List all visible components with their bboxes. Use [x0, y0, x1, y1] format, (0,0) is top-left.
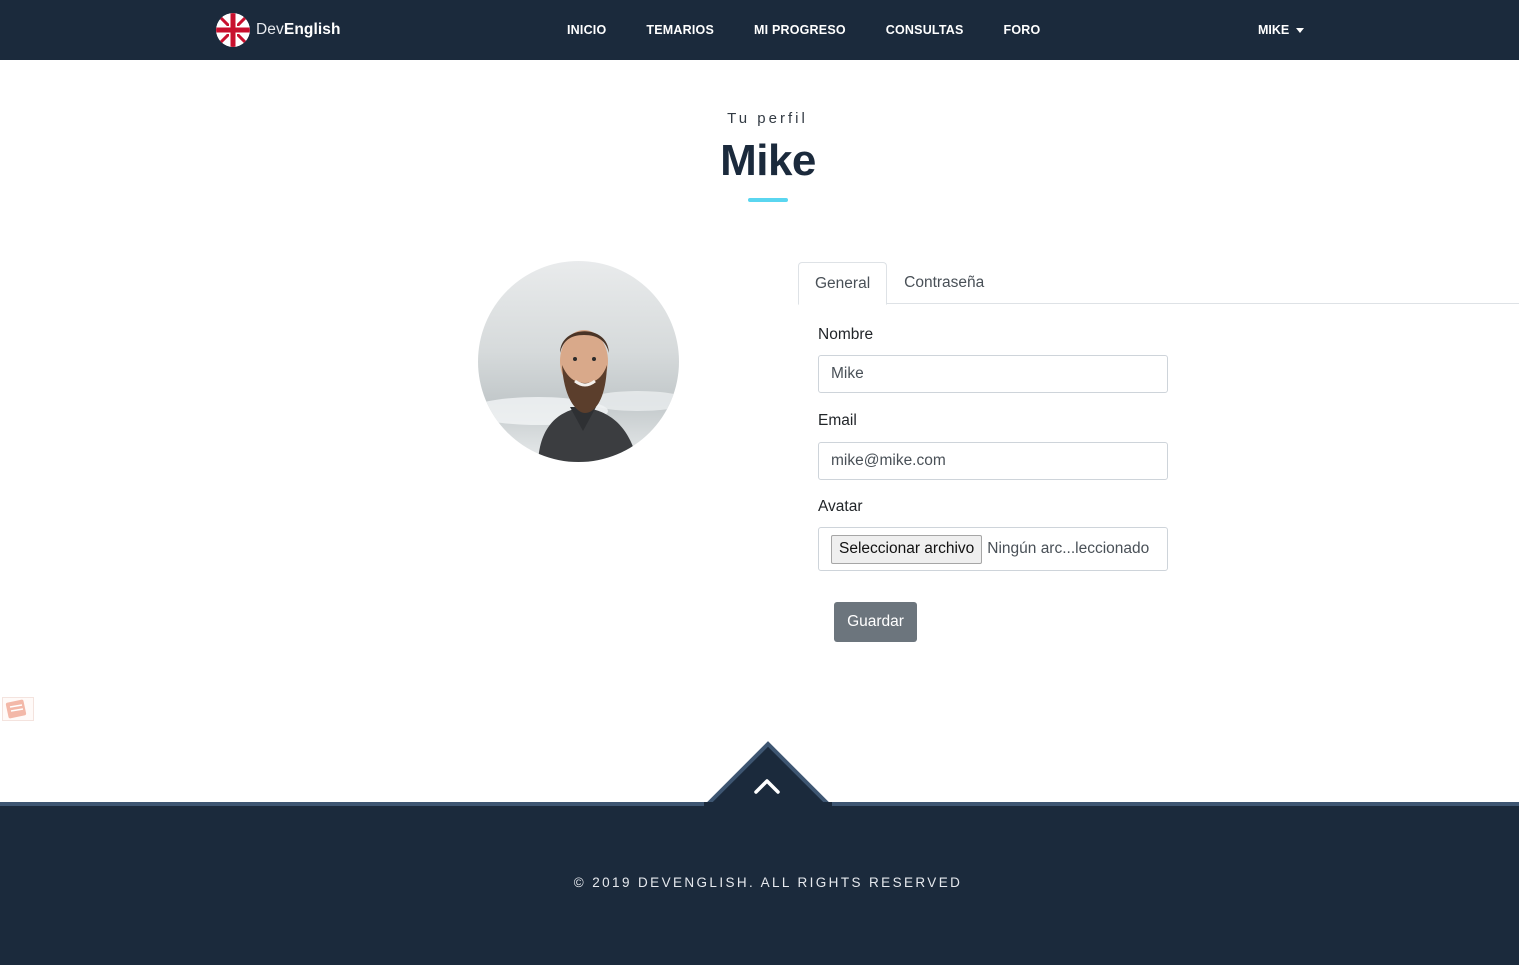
title-underline-divider: [748, 198, 788, 202]
file-status-text: Ningún arc...leccionado: [987, 540, 1150, 557]
user-menu-label: MIKE: [1258, 23, 1290, 37]
name-label: Nombre: [818, 326, 874, 343]
brand-logo-link[interactable]: DevEnglish: [216, 13, 341, 47]
avatar-label: Avatar: [818, 498, 863, 515]
widget-icon: [5, 699, 27, 719]
avatar-file-input: Seleccionar archivo Ningún arc...leccion…: [818, 527, 1168, 571]
caret-down-icon: [1296, 27, 1305, 33]
email-label: Email: [818, 412, 857, 429]
nav-link-inicio[interactable]: INICIO: [567, 23, 606, 37]
page-title: Mike: [720, 136, 816, 185]
nav-link-temarios[interactable]: TEMARIOS: [646, 23, 714, 37]
brand-name: DevEnglish: [256, 21, 341, 38]
profile-tabs: General Contraseña: [798, 262, 1519, 305]
uk-flag-icon: [216, 13, 250, 47]
email-input[interactable]: [818, 442, 1168, 480]
tab-general[interactable]: General: [798, 262, 888, 305]
avatar: [478, 261, 679, 462]
name-input[interactable]: [818, 355, 1168, 393]
scroll-top-button[interactable]: [704, 740, 832, 810]
user-menu-dropdown[interactable]: MIKE: [1258, 0, 1305, 60]
nav-link-consultas[interactable]: CONSULTAS: [886, 23, 964, 37]
nav-link-mi-progreso[interactable]: MI PROGRESO: [754, 23, 846, 37]
main-nav: INICIO TEMARIOS MI PROGRESO CONSULTAS FO…: [567, 0, 1080, 60]
tab-contrasena[interactable]: Contraseña: [887, 262, 1001, 304]
select-file-button[interactable]: Seleccionar archivo: [831, 534, 983, 564]
navbar: DevEnglish INICIO TEMARIOS MI PROGRESO C…: [0, 0, 1519, 60]
nav-link-foro[interactable]: FORO: [1004, 23, 1041, 37]
footer-copyright: © 2019 DEVENGLISH. ALL RIGHTS RESERVED: [573, 875, 963, 890]
page-subtitle: Tu perfil: [727, 110, 808, 127]
save-button[interactable]: Guardar: [834, 602, 917, 642]
side-widget[interactable]: [2, 697, 34, 721]
